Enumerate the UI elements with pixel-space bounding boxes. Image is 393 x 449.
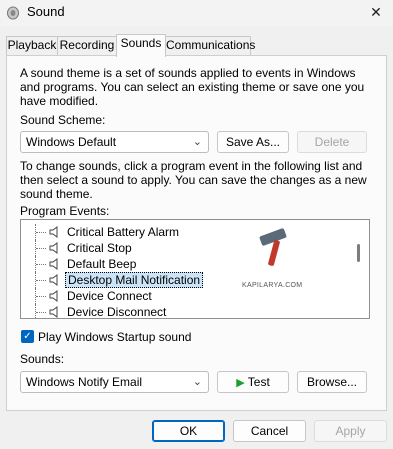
apply-button[interactable]: Apply <box>314 420 387 442</box>
sound-scheme-label: Sound Scheme: <box>20 113 106 127</box>
startup-sound-checkbox[interactable]: ✓ <box>21 330 34 343</box>
save-as-button[interactable]: Save As... <box>217 131 289 153</box>
sound-file-value: Windows Notify Email <box>26 375 143 389</box>
list-item[interactable]: Device Connect <box>21 288 351 304</box>
tab-communications[interactable]: Communications <box>165 36 255 55</box>
event-label: Critical Stop <box>67 241 132 255</box>
instructions-line-3: sound theme. <box>20 187 93 201</box>
event-label: Device Connect <box>67 289 152 303</box>
test-button[interactable]: ▶ Test <box>217 371 289 393</box>
instructions-line-1: To change sounds, click a program event … <box>20 159 363 173</box>
program-events-list[interactable]: Critical Battery Alarm Critical Stop Def… <box>20 219 370 319</box>
program-events-label: Program Events: <box>20 204 110 218</box>
ok-button[interactable]: OK <box>152 420 225 442</box>
list-item[interactable]: Critical Stop <box>21 240 351 256</box>
cancel-button[interactable]: Cancel <box>233 420 306 442</box>
watermark-text: KAPILARYA.COM <box>242 282 303 289</box>
startup-sound-label: Play Windows Startup sound <box>38 330 192 344</box>
event-label: Default Beep <box>67 257 137 271</box>
list-item[interactable]: Default Beep <box>21 256 351 272</box>
speaker-icon <box>49 242 58 254</box>
delete-button[interactable]: Delete <box>297 131 367 153</box>
event-label: Device Disconnect <box>67 305 167 319</box>
speaker-icon <box>49 226 58 238</box>
speaker-icon <box>49 306 58 318</box>
chevron-down-icon: ⌄ <box>192 376 202 388</box>
speaker-app-icon <box>7 6 19 20</box>
tab-playback[interactable]: Playback <box>6 36 58 55</box>
sounds-label: Sounds: <box>20 352 65 366</box>
intro-line-1: A sound theme is a set of sounds applied… <box>20 66 356 80</box>
speaker-icon <box>49 258 58 270</box>
event-label: Desktop Mail Notification <box>65 272 204 288</box>
intro-line-2: and programs. You can select an existing… <box>20 80 365 94</box>
event-label: Critical Battery Alarm <box>67 225 180 239</box>
sound-scheme-value: Windows Default <box>26 135 117 149</box>
close-button[interactable]: ✕ <box>365 2 387 22</box>
play-icon: ▶ <box>236 377 245 389</box>
intro-line-3: have modified. <box>20 94 99 108</box>
tab-recording[interactable]: Recording <box>57 36 117 55</box>
sound-scheme-dropdown[interactable]: Windows Default ⌄ <box>20 131 209 153</box>
list-scrollbar-thumb[interactable] <box>357 244 360 262</box>
test-label: Test <box>247 375 270 389</box>
speaker-icon <box>49 290 58 302</box>
tab-sounds[interactable]: Sounds <box>116 34 166 57</box>
instructions-line-2: then select a sound to apply. You can sa… <box>20 173 367 187</box>
sound-file-dropdown[interactable]: Windows Notify Email ⌄ <box>20 371 209 393</box>
list-item[interactable]: Device Disconnect <box>21 304 351 319</box>
window-title: Sound <box>27 4 65 19</box>
chevron-down-icon: ⌄ <box>192 136 202 148</box>
speaker-icon <box>49 274 58 286</box>
hammer-logo-icon <box>259 228 287 266</box>
browse-button[interactable]: Browse... <box>297 371 367 393</box>
list-item[interactable]: Critical Battery Alarm <box>21 224 351 240</box>
